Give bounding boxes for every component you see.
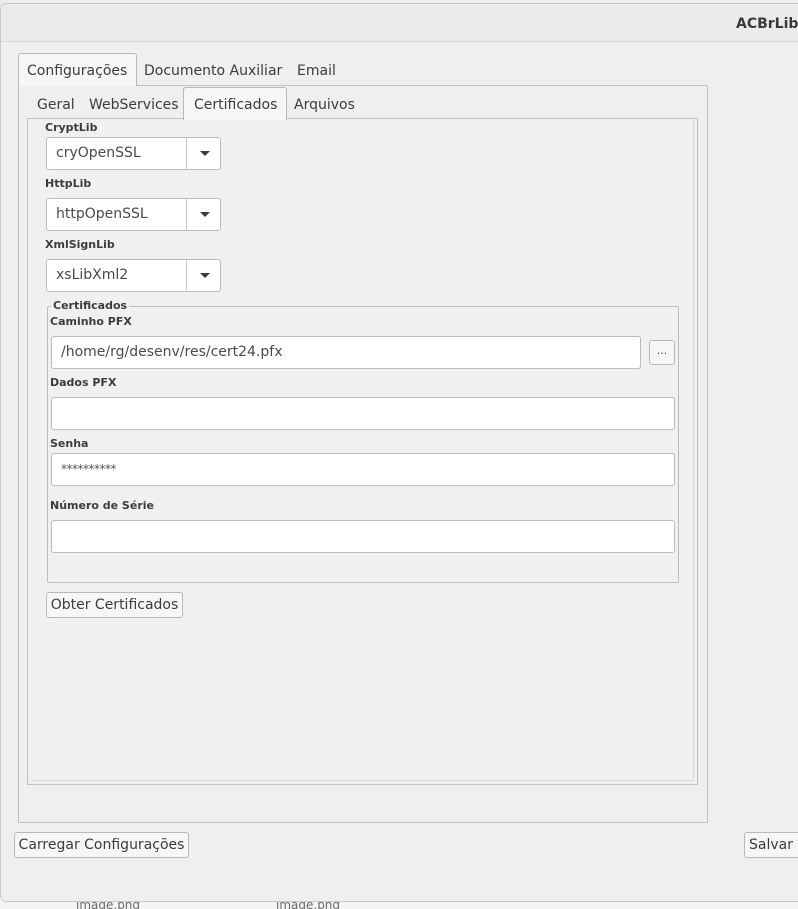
window-title: ACBrLibN (736, 16, 798, 32)
desktop-background-bottom: image.png image.png (0, 902, 798, 909)
cryptlib-select[interactable]: cryOpenSSL (46, 137, 221, 170)
tab-label: Documento Auxiliar (144, 63, 283, 79)
numero-serie-label: Número de Série (50, 499, 154, 512)
obter-certificados-button[interactable]: Obter Certificados (46, 592, 183, 618)
combo-separator (186, 260, 187, 291)
caminho-pfx-field[interactable]: /home/rg/desenv/res/cert24.pfx (51, 336, 641, 369)
cryptlib-value: cryOpenSSL (56, 145, 141, 161)
carregar-configuracoes-button[interactable]: Carregar Configurações (14, 832, 189, 858)
httplib-label: HttpLib (45, 177, 92, 190)
tab-label: Certificados (194, 97, 278, 113)
xmlsignlib-value: xsLibXml2 (56, 267, 129, 283)
tab-label: Arquivos (294, 97, 355, 113)
window-titlebar[interactable]: ACBrLibN (1, 4, 798, 42)
xmlsignlib-select[interactable]: xsLibXml2 (46, 259, 221, 292)
tab-documento-auxiliar[interactable]: Documento Auxiliar (144, 63, 282, 79)
combo-separator (186, 138, 187, 169)
tab-email[interactable]: Email (297, 63, 336, 79)
chevron-down-icon[interactable] (200, 273, 210, 278)
certificados-group-title: Certificados (51, 299, 130, 312)
desktop-file-label: image.png (76, 902, 141, 909)
tab-label: WebServices (89, 97, 179, 113)
tab-arquivos[interactable]: Arquivos (294, 97, 355, 113)
dados-pfx-field[interactable] (51, 397, 675, 430)
dados-pfx-label: Dados PFX (50, 376, 117, 389)
chevron-down-icon[interactable] (200, 151, 210, 156)
tab-certificados[interactable]: Certificados (183, 87, 287, 120)
httplib-value: httpOpenSSL (56, 206, 148, 222)
desktop-file-label: image.png (276, 902, 341, 909)
combo-separator (186, 199, 187, 230)
salvar-configuracoes-button[interactable]: Salvar C (744, 832, 798, 858)
senha-label: Senha (50, 437, 89, 450)
tab-webservices[interactable]: WebServices (89, 97, 179, 113)
browse-pfx-button[interactable]: ... (649, 340, 675, 365)
xmlsignlib-label: XmlSignLib (45, 238, 115, 251)
numero-serie-field[interactable] (51, 520, 675, 553)
caminho-pfx-value: /home/rg/desenv/res/cert24.pfx (61, 344, 283, 360)
chevron-down-icon[interactable] (200, 212, 210, 217)
tab-configuracoes[interactable]: Configurações (18, 53, 137, 86)
tab-label: Geral (37, 97, 75, 113)
senha-field[interactable]: ********** (51, 453, 675, 486)
httplib-select[interactable]: httpOpenSSL (46, 198, 221, 231)
tab-label: Email (297, 63, 336, 79)
caminho-pfx-label: Caminho PFX (50, 315, 132, 328)
tab-label: Configurações (27, 63, 128, 79)
tab-geral[interactable]: Geral (37, 97, 75, 113)
senha-value: ********** (61, 462, 117, 476)
cryptlib-label: CryptLib (45, 121, 98, 134)
